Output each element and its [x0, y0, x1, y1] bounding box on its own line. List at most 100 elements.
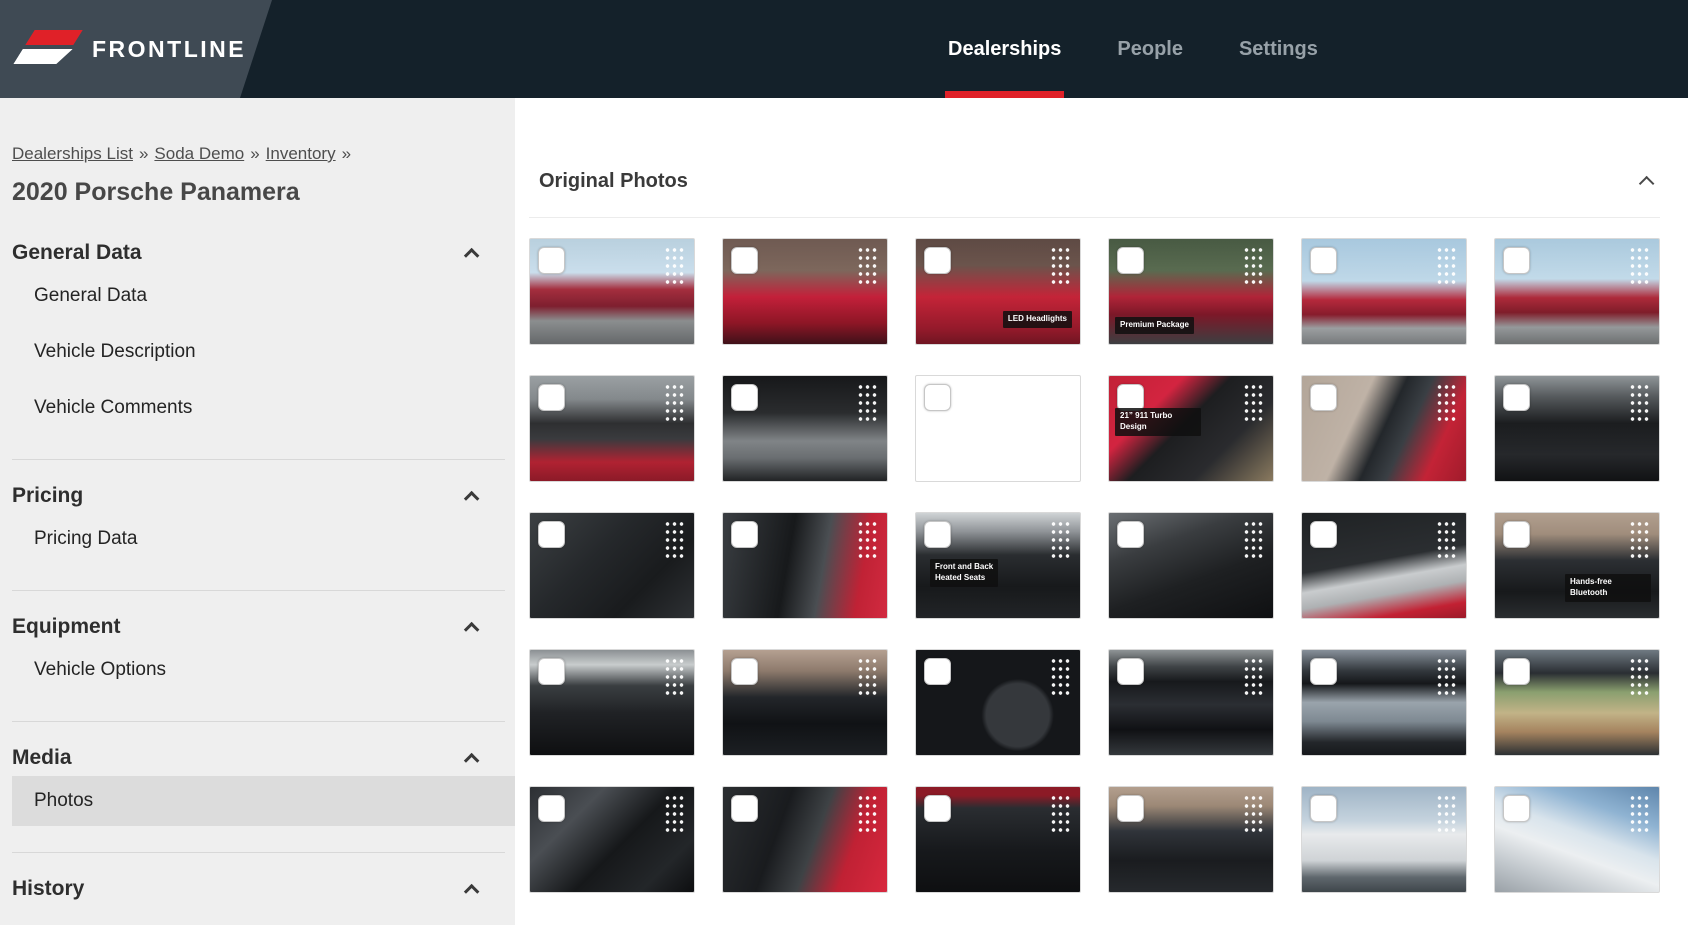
drag-handle-icon[interactable]: [857, 246, 878, 286]
chevron-up-icon[interactable]: [464, 247, 480, 263]
tab-people[interactable]: People: [1114, 0, 1186, 98]
sidebar-section-header[interactable]: History: [12, 877, 505, 901]
photo-checkbox[interactable]: [538, 521, 565, 548]
drag-handle-icon[interactable]: [1050, 383, 1071, 423]
drag-handle-icon[interactable]: [1629, 246, 1650, 286]
photo-checkbox[interactable]: [731, 795, 758, 822]
chevron-up-icon[interactable]: [464, 752, 480, 768]
drag-handle-icon[interactable]: [857, 383, 878, 423]
drag-handle-icon[interactable]: [1243, 520, 1264, 560]
photo-checkbox[interactable]: [924, 795, 951, 822]
chevron-up-icon[interactable]: [464, 621, 480, 637]
drag-handle-icon[interactable]: [664, 520, 685, 560]
sidebar-item-photos[interactable]: Photos: [12, 776, 515, 826]
photo-thumbnail-front-and-back-heated-seats[interactable]: Front and Back Heated Seats: [915, 512, 1081, 619]
photo-thumbnail-steering-wheel-porsche-crest[interactable]: [1108, 786, 1274, 893]
drag-handle-icon[interactable]: [857, 520, 878, 560]
photo-thumbnail-porsche-dealership-building[interactable]: [1301, 786, 1467, 893]
drag-handle-icon[interactable]: [857, 794, 878, 834]
photo-checkbox[interactable]: [924, 658, 951, 685]
drag-handle-icon[interactable]: [1436, 657, 1457, 697]
photo-checkbox[interactable]: [1117, 795, 1144, 822]
drag-handle-icon[interactable]: [1243, 246, 1264, 286]
sidebar-item-vehicle-options[interactable]: Vehicle Options: [12, 645, 505, 695]
drag-handle-icon[interactable]: [857, 657, 878, 697]
photo-thumbnail-trunk-close-buttons[interactable]: [722, 375, 888, 482]
drag-handle-icon[interactable]: [664, 246, 685, 286]
sidebar-item-pricing-data[interactable]: Pricing Data: [12, 514, 505, 564]
photo-checkbox[interactable]: [1503, 247, 1530, 274]
photo-thumbnail-open-driver-door-brick[interactable]: [1301, 375, 1467, 482]
drag-handle-icon[interactable]: [664, 794, 685, 834]
photo-thumbnail-rear-leather-seat-closeup[interactable]: [1108, 512, 1274, 619]
photo-checkbox[interactable]: [1117, 658, 1144, 685]
photo-checkbox[interactable]: [1310, 384, 1337, 411]
photo-thumbnail-wheel-21-inch-turbo-design[interactable]: 21” 911 Turbo Design: [1108, 375, 1274, 482]
photo-checkbox[interactable]: [731, 247, 758, 274]
photo-thumbnail-center-console-gear-shifter[interactable]: [529, 786, 695, 893]
photo-checkbox[interactable]: [924, 247, 951, 274]
photo-thumbnail-exterior-side-profile-road[interactable]: [1494, 238, 1660, 345]
breadcrumb-link[interactable]: Dealerships List: [12, 144, 133, 163]
photo-checkbox[interactable]: [538, 247, 565, 274]
brand-logo[interactable]: FRONTLINE: [0, 0, 280, 98]
photo-thumbnail-panamera-4-door-sill[interactable]: [1301, 512, 1467, 619]
photo-checkbox[interactable]: [1310, 247, 1337, 274]
tab-dealerships[interactable]: Dealerships: [945, 0, 1064, 98]
sidebar-section-header[interactable]: Equipment: [12, 615, 505, 639]
sidebar-item-vehicle-comments[interactable]: Vehicle Comments: [12, 383, 505, 433]
photo-thumbnail-exterior-front-led-headlights[interactable]: LED Headlights: [915, 238, 1081, 345]
drag-handle-icon[interactable]: [1629, 657, 1650, 697]
drag-handle-icon[interactable]: [1436, 383, 1457, 423]
photo-thumbnail-rear-deck-interior-closeup[interactable]: [915, 786, 1081, 893]
photo-checkbox[interactable]: [1310, 658, 1337, 685]
drag-handle-icon[interactable]: [1050, 657, 1071, 697]
drag-handle-icon[interactable]: [1629, 383, 1650, 423]
photo-thumbnail-rear-interior-open-red-door[interactable]: [722, 786, 888, 893]
drag-handle-icon[interactable]: [1050, 520, 1071, 560]
photo-checkbox[interactable]: [924, 384, 951, 411]
breadcrumb-link[interactable]: Inventory: [266, 144, 336, 163]
photo-checkbox[interactable]: [924, 521, 951, 548]
drag-handle-icon[interactable]: [664, 383, 685, 423]
photo-checkbox[interactable]: [538, 384, 565, 411]
photo-checkbox[interactable]: [538, 658, 565, 685]
photo-checkbox[interactable]: [1503, 658, 1530, 685]
photo-thumbnail-interior-through-open-door[interactable]: [722, 512, 888, 619]
photo-checkbox[interactable]: [731, 384, 758, 411]
drag-handle-icon[interactable]: [1436, 520, 1457, 560]
photo-thumbnail-bose-speaker-grille[interactable]: [529, 512, 695, 619]
photo-thumbnail-open-trunk-rear[interactable]: [529, 375, 695, 482]
photo-checkbox[interactable]: [1503, 795, 1530, 822]
drag-handle-icon[interactable]: [1243, 657, 1264, 697]
photo-thumbnail-instrument-gauge-cluster[interactable]: [722, 649, 888, 756]
tab-settings[interactable]: Settings: [1236, 0, 1321, 98]
photo-thumbnail-backup-camera-screen[interactable]: [1301, 649, 1467, 756]
photo-checkbox[interactable]: [1117, 521, 1144, 548]
sidebar-item-vehicle-description[interactable]: Vehicle Description: [12, 327, 505, 377]
breadcrumb-link[interactable]: Soda Demo: [154, 144, 244, 163]
sidebar-section-header[interactable]: General Data: [12, 241, 505, 265]
photo-thumbnail-infotainment-touchscreen[interactable]: [1108, 649, 1274, 756]
photo-checkbox[interactable]: [1310, 521, 1337, 548]
photo-thumbnail-navigation-map-screen[interactable]: [1494, 649, 1660, 756]
drag-handle-icon[interactable]: [1243, 383, 1264, 423]
drag-handle-icon[interactable]: [1436, 794, 1457, 834]
photo-thumbnail-porsche-lettering-closeup[interactable]: [915, 375, 1081, 482]
drag-handle-icon[interactable]: [1243, 794, 1264, 834]
photo-thumbnail-sport-chrono-clock[interactable]: [915, 649, 1081, 756]
photo-thumbnail-exterior-rear-three-quarter-road[interactable]: [1301, 238, 1467, 345]
photo-thumbnail-door-panel-interior[interactable]: [1494, 375, 1660, 482]
photo-checkbox[interactable]: [1503, 384, 1530, 411]
photo-thumbnail-dealership-building-blue-sky[interactable]: [1494, 786, 1660, 893]
photo-thumbnail-headlight-switch-controls[interactable]: [529, 649, 695, 756]
chevron-up-icon[interactable]: [464, 490, 480, 506]
photo-thumbnail-exterior-rear-brick-wall[interactable]: [722, 238, 888, 345]
photo-checkbox[interactable]: [1503, 521, 1530, 548]
photo-checkbox[interactable]: [1310, 795, 1337, 822]
sidebar-section-header[interactable]: Pricing: [12, 484, 505, 508]
photo-checkbox[interactable]: [1117, 384, 1144, 411]
photo-checkbox[interactable]: [731, 658, 758, 685]
drag-handle-icon[interactable]: [1050, 246, 1071, 286]
photo-thumbnail-exterior-rear-three-quarter-trees[interactable]: Premium Package: [1108, 238, 1274, 345]
